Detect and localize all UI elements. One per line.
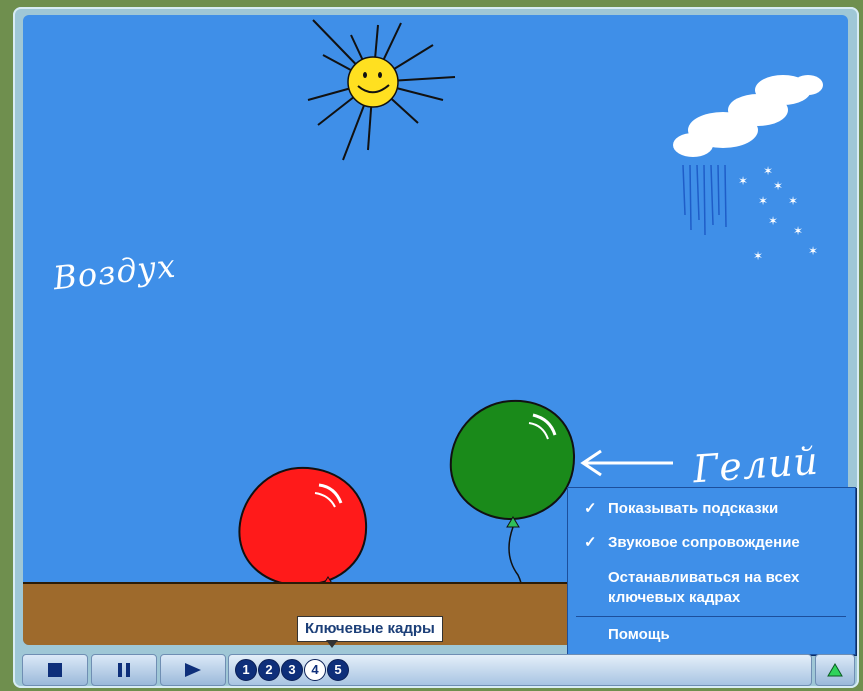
red-balloon <box>238 466 368 587</box>
menu-item-sound[interactable]: ✓ Звуковое сопровождение <box>568 533 853 553</box>
tooltip-pointer <box>326 640 338 648</box>
keyframe-2[interactable]: 2 <box>258 659 280 681</box>
svg-text:✶: ✶ <box>788 194 798 208</box>
pause-icon <box>118 663 130 677</box>
triangle-up-icon <box>827 663 843 677</box>
check-icon: ✓ <box>584 500 597 517</box>
menu-item-label: Останавливаться на всех ключевых кадрах <box>608 569 800 606</box>
stop-icon <box>48 663 62 677</box>
menu-divider <box>576 616 846 617</box>
menu-item-label: Помощь <box>608 626 670 643</box>
menu-item-label: Показывать подсказки <box>608 500 779 517</box>
check-icon: ✓ <box>584 534 597 551</box>
menu-toggle-button[interactable] <box>815 654 855 686</box>
play-icon <box>185 663 201 677</box>
helium-label: Гелий <box>691 438 821 492</box>
menu-item-stop-on-keyframes[interactable]: Останавливаться на всех ключевых кадрах <box>568 568 853 610</box>
settings-menu: ✓ Показывать подсказки ✓ Звуковое сопров… <box>567 487 856 655</box>
svg-text:✶: ✶ <box>763 164 773 178</box>
svg-text:✶: ✶ <box>808 244 818 258</box>
player-controls: 1 2 3 4 5 <box>15 651 859 688</box>
svg-text:✶: ✶ <box>738 174 748 188</box>
keyframes-tooltip: Ключевые кадры <box>297 616 443 642</box>
svg-text:✶: ✶ <box>758 194 768 208</box>
cloud-drawing: ✶ ✶ ✶ ✶ ✶ ✶ ✶ ✶ ✶ <box>673 75 823 263</box>
menu-item-help[interactable]: Помощь <box>568 625 853 645</box>
sun-drawing <box>307 19 456 161</box>
stop-button[interactable] <box>22 654 88 686</box>
pause-button[interactable] <box>91 654 157 686</box>
svg-text:✶: ✶ <box>793 224 803 238</box>
play-button[interactable] <box>160 654 226 686</box>
svg-text:✶: ✶ <box>773 179 783 193</box>
keyframes-track: 1 2 3 4 5 <box>228 654 812 686</box>
keyframe-1[interactable]: 1 <box>235 659 257 681</box>
svg-text:✶: ✶ <box>753 249 763 263</box>
arrow-drawing <box>580 449 673 477</box>
menu-item-label: Звуковое сопровождение <box>608 534 800 551</box>
keyframe-5[interactable]: 5 <box>327 659 349 681</box>
green-balloon <box>449 399 576 528</box>
keyframe-4[interactable]: 4 <box>304 659 326 681</box>
keyframe-3[interactable]: 3 <box>281 659 303 681</box>
menu-item-show-hints[interactable]: ✓ Показывать подсказки <box>568 499 853 519</box>
svg-text:✶: ✶ <box>768 214 778 228</box>
